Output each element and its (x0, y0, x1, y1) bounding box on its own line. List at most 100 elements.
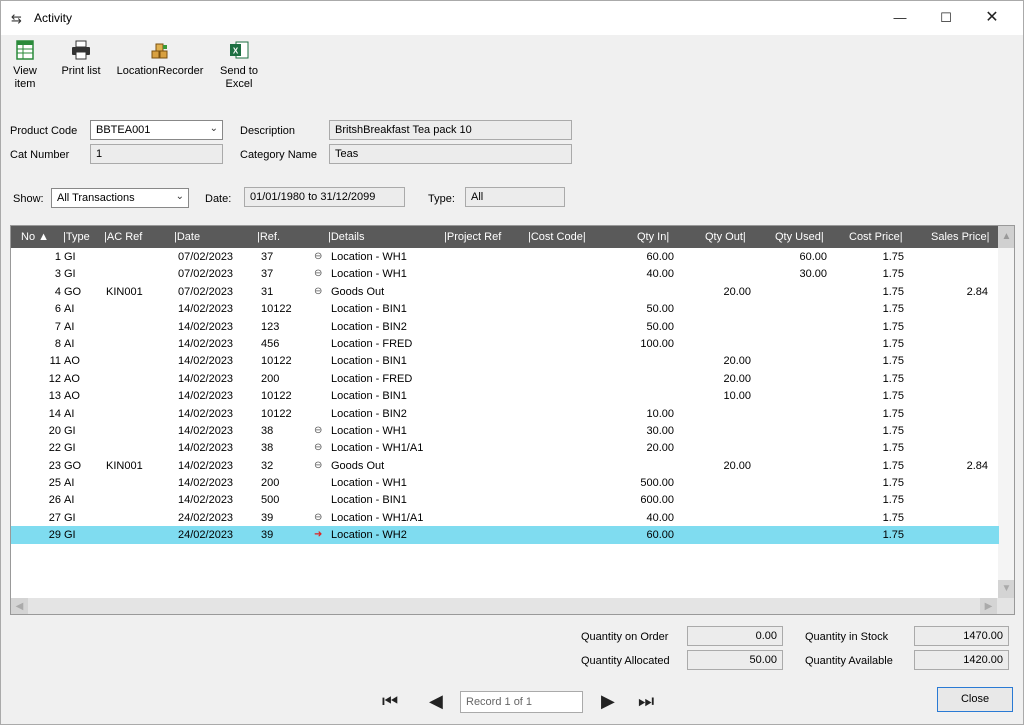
description-field[interactable]: BritshBreakfast Tea pack 10 (329, 120, 572, 140)
close-button[interactable]: Close (937, 687, 1013, 712)
cell-ref: 123 (261, 320, 280, 333)
cell-type: GI (64, 268, 76, 281)
cell-ac-ref: KIN001 (106, 285, 143, 298)
col-project-ref[interactable]: |Project Ref (444, 231, 501, 243)
col-ref[interactable]: |Ref. (257, 231, 280, 243)
scroll-right-button[interactable]: ▶ (980, 598, 997, 614)
table-row[interactable]: 3 GI 07/02/2023 37 Location - WH1 40.00 30.00 1… (11, 265, 999, 282)
category-name-field[interactable]: Teas (329, 144, 572, 164)
link-icon[interactable]: ⊖ (314, 286, 326, 297)
qty-on-order-field[interactable]: 0.00 (687, 626, 783, 646)
scroll-left-button[interactable]: ◀ (11, 598, 28, 614)
cell-ref: 38 (261, 424, 274, 437)
cell-date: 14/02/2023 (178, 320, 234, 333)
col-cost-price[interactable]: Cost Price| (849, 231, 903, 243)
table-row[interactable]: 8 AI 14/02/2023 456 Location - FRED 100.00 1.7… (11, 335, 999, 352)
print-list-button[interactable]: Print list (53, 39, 109, 78)
col-date[interactable]: |Date (174, 231, 200, 243)
table-row[interactable]: 11 AO 14/02/2023 10122 Location - BIN1 20.00 1… (11, 352, 999, 369)
product-code-dropdown[interactable]: BBTEA001 ⌄ (90, 120, 223, 140)
table-row[interactable]: 1 GI 07/02/2023 37 Location - WH1 60.00 60.00 1… (11, 248, 999, 265)
qty-available-field[interactable]: 1420.00 (914, 650, 1009, 670)
view-item-button[interactable]: View item (5, 39, 45, 91)
window-title: Activity (34, 11, 73, 25)
col-cost-code[interactable]: |Cost Code| (528, 231, 586, 243)
type-field[interactable]: All (465, 187, 565, 207)
cat-number-field[interactable]: 1 (90, 144, 223, 164)
previous-record-icon[interactable]: ◀ (429, 691, 443, 711)
cell-details: Location - BIN1 (331, 494, 407, 507)
printer-icon (72, 40, 90, 60)
link-icon[interactable]: ⊖ (314, 425, 326, 436)
cell-date: 14/02/2023 (178, 477, 234, 490)
first-record-icon[interactable]: ⏮ (382, 691, 398, 711)
record-indicator[interactable]: Record 1 of 1 (460, 691, 583, 713)
cell-ref: 39 (261, 529, 274, 542)
table-row[interactable]: 6 AI 14/02/2023 10122 Location - BIN1 50.00 1.… (11, 300, 999, 317)
cell-qty-in: 10.00 (646, 407, 674, 420)
cell-cost-price: 1.75 (882, 390, 904, 403)
maximize-button[interactable]: ☐ (923, 1, 969, 35)
cell-ref: 10122 (261, 407, 292, 420)
scroll-up-button[interactable]: ▲ (998, 226, 1014, 248)
col-qty-used[interactable]: Qty Used| (775, 231, 824, 243)
cell-qty-in: 50.00 (646, 303, 674, 316)
qty-in-stock-field[interactable]: 1470.00 (914, 626, 1009, 646)
cell-ref: 32 (261, 459, 274, 472)
table-row[interactable]: 7 AI 14/02/2023 123 Location - BIN2 50.00 1.75 (11, 318, 999, 335)
col-qty-out[interactable]: Qty Out| (705, 231, 746, 243)
table-row[interactable]: 25 AI 14/02/2023 200 Location - WH1 500.00 1.7… (11, 474, 999, 491)
qty-allocated-field[interactable]: 50.00 (687, 650, 783, 670)
minimize-button[interactable]: — (877, 1, 923, 35)
vertical-scrollbar-track[interactable] (998, 248, 1014, 580)
table-row[interactable]: 14 AI 14/02/2023 10122 Location - BIN2 10.00 1… (11, 405, 999, 422)
show-dropdown[interactable]: All Transactions ⌄ (51, 188, 189, 208)
cell-no: 8 (54, 337, 61, 350)
col-type[interactable]: |Type (63, 231, 90, 243)
cell-qty-used: 30.00 (799, 268, 827, 281)
cell-qty-in: 30.00 (646, 424, 674, 437)
cell-type: AI (64, 407, 75, 420)
table-row[interactable]: 12 AO 14/02/2023 200 Location - FRED 20.00 1.7… (11, 370, 999, 387)
table-row[interactable]: 29 GI 24/02/2023 39 Location - WH2 60.00 1.75 ➜ (11, 526, 999, 544)
col-qty-in[interactable]: Qty In| (637, 231, 669, 243)
last-record-icon[interactable]: ⏭ (638, 691, 654, 711)
table-row[interactable]: 23 GO KIN001 14/02/2023 32 Goods Out 20.00 1.75… (11, 457, 999, 474)
table-row[interactable]: 20 GI 14/02/2023 38 Location - WH1 30.00 1.75 ⊖ (11, 422, 999, 439)
cell-no: 20 (48, 424, 61, 437)
spreadsheet-icon (16, 40, 34, 60)
cell-sales-price: 2.84 (966, 285, 988, 298)
table-row[interactable]: 26 AI 14/02/2023 500 Location - BIN1 600.00 1.… (11, 491, 999, 508)
col-ac-ref[interactable]: |AC Ref (104, 231, 142, 243)
location-recorder-button[interactable]: LocationRecorder (111, 39, 209, 78)
horizontal-scrollbar[interactable]: ◀ ▶ (11, 598, 1014, 614)
cell-details: Location - FRED (331, 372, 413, 385)
scroll-down-button[interactable]: ▼ (998, 580, 1014, 598)
cell-ref: 200 (261, 372, 280, 385)
transfer-arrows-icon: ⇆ (11, 11, 22, 26)
cell-qty-in: 100.00 (640, 337, 674, 350)
cell-ref: 38 (261, 442, 274, 455)
link-icon[interactable]: ⊖ (314, 442, 326, 453)
next-record-icon[interactable]: ▶ (601, 691, 615, 711)
col-no[interactable]: No ▲ (21, 231, 49, 243)
red-arrow-icon[interactable]: ➜ (314, 529, 326, 540)
table-row[interactable]: 13 AO 14/02/2023 10122 Location - BIN1 10.00 1… (11, 387, 999, 404)
send-to-excel-button[interactable]: X Send to Excel (213, 39, 265, 91)
link-icon[interactable]: ⊖ (314, 251, 326, 262)
link-icon[interactable]: ⊖ (314, 512, 326, 523)
col-details[interactable]: |Details (328, 231, 364, 243)
type-label: Type: (428, 193, 455, 205)
close-window-button[interactable]: ✕ (969, 1, 1015, 35)
col-sales-price[interactable]: Sales Price| (931, 231, 990, 243)
date-range-field[interactable]: 01/01/1980 to 31/12/2099 (244, 187, 405, 207)
link-icon[interactable]: ⊖ (314, 460, 326, 471)
cell-ac-ref: KIN001 (106, 459, 143, 472)
cell-qty-in: 40.00 (646, 511, 674, 524)
cell-details: Location - WH1/A1 (331, 511, 424, 524)
table-row[interactable]: 22 GI 14/02/2023 38 Location - WH1/A1 20.00 1.… (11, 439, 999, 456)
table-row[interactable]: 4 GO KIN001 07/02/2023 31 Goods Out 20.00 1.75 2… (11, 283, 999, 300)
table-row[interactable]: 27 GI 24/02/2023 39 Location - WH1/A1 40.00 1.… (11, 509, 999, 526)
link-icon[interactable]: ⊖ (314, 268, 326, 279)
cell-type: AO (64, 372, 80, 385)
